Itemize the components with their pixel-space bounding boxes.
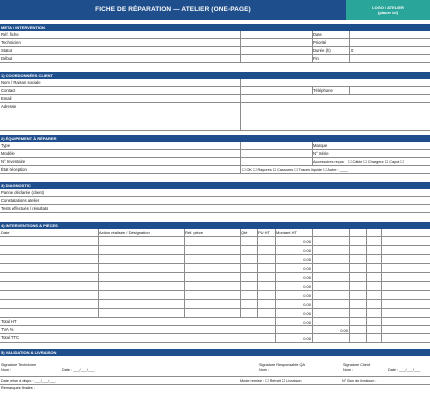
total-ttc-label: Total TTC (1, 335, 20, 340)
meta-label-date: Date (313, 32, 322, 37)
meta-table: Réf. fiche Technicien Statut Début Date … (0, 31, 430, 63)
total-ht-label: Total HT (1, 319, 17, 324)
amount-row-1: 0.00 (303, 239, 311, 244)
equip-label-accessories: Accessoires reçus (313, 160, 344, 164)
client-label-contact: Contact (1, 88, 16, 93)
meta-label-priority: Priorité (313, 40, 327, 45)
equip-accessories-options[interactable]: ☐ Câble ☐ Chargeur ☐ Capot ☐ (348, 159, 404, 165)
amount-row-2: 0.00 (303, 248, 311, 253)
amount-row-6: 0.00 (303, 284, 311, 289)
col-amount: Montant HT (276, 230, 297, 235)
bon-livraison-label: N° Bon de livraison : (342, 379, 377, 383)
sig-tech-date: Date : ___/___/___ (62, 368, 95, 372)
equip-label-serial: N° Série (313, 151, 329, 156)
client-table: Nom / Raison sociale Contact Email Adres… (0, 79, 430, 131)
section-validation-header: 5) VALIDATION & LIVRAISON (0, 349, 430, 356)
date-dispo[interactable]: Date mise à dispo : ___/___/___ (1, 378, 56, 384)
equip-label-model: Modèle (1, 151, 15, 156)
col-qty: Qté (241, 230, 248, 235)
diagnostic-table: Panne déclarée (client) Constatations at… (0, 189, 430, 213)
diag-label-reported: Panne déclarée (client) (1, 190, 45, 195)
amount-row-4: 0.00 (303, 266, 311, 271)
meta-duration-value[interactable]: 0 (351, 48, 353, 54)
amount-row-8: 0.00 (303, 302, 311, 307)
meta-label-end: Fin (313, 56, 319, 61)
equip-state-options[interactable]: ☐ OK ☐ Rayures ☐ Cassures ☐ Traces liqui… (242, 167, 348, 173)
equip-label-brand: Marque (313, 143, 328, 148)
section-meta-header: META / INTERVENTION (0, 24, 430, 31)
sig-qa-nom: Nom : (259, 368, 270, 372)
meta-label-start: Début (1, 56, 13, 61)
tva-label: TVA % (1, 327, 14, 332)
amount-row-7: 0.00 (303, 293, 311, 298)
section-client-header: 1) COORDONNÉES CLIENT (0, 72, 430, 79)
equipment-table: Type Modèle N° Inventaire État réception… (0, 142, 430, 174)
mode-remise-options[interactable]: Mode remise : ☐ Retrait ☐ Livraison (240, 378, 301, 384)
section-equipment-header: 2) ÉQUIPEMENT À RÉPARER (0, 135, 430, 142)
sig-client-date: Date : ___/___/___ (388, 368, 421, 372)
sig-client-nom: Nom : (343, 368, 354, 372)
client-label-name: Nom / Raison sociale (1, 80, 41, 85)
logo-placeholder: LOGO / ATELIER (placer ici) (346, 0, 430, 20)
meta-label-tech: Technicien (1, 40, 21, 45)
col-ref: Réf. pièce (185, 230, 204, 235)
col-date: Date (1, 230, 10, 235)
meta-label-status: Statut (1, 48, 12, 53)
sig-tech-nom: Nom : (1, 368, 12, 372)
interventions-table: Date Action réalisée / Désignation Réf. … (0, 229, 430, 343)
amount-row-9: 0.00 (303, 311, 311, 316)
section-interventions-header: 4) INTERVENTIONS & PIÈCES (0, 222, 430, 229)
section-diagnostic-header: 3) DIAGNOSTIC (0, 182, 430, 189)
equip-label-inventory: N° Inventaire (1, 159, 26, 164)
meta-label-duration: Durée (h) (313, 48, 331, 53)
client-label-address: Adresse (1, 104, 17, 109)
diag-label-tests: Tests effectués / résultats (1, 206, 49, 211)
amount-row-5: 0.00 (303, 275, 311, 280)
page-title: FICHE DE RÉPARATION — ATELIER (ONE-PAGE) (95, 6, 251, 13)
validation-table: Signature Technicien Nom : Date : ___/__… (0, 356, 430, 400)
client-label-email: Email (1, 96, 12, 101)
logo-line-2: (placer ici) (377, 10, 398, 15)
remarks-label: Remarques finales : (1, 386, 35, 390)
diag-label-findings: Constatations atelier (1, 198, 40, 203)
equip-label-type: Type (1, 143, 11, 148)
col-pu: PU HT (258, 230, 270, 235)
total-ht-value: 0.00 (303, 320, 311, 325)
meta-label-ref: Réf. fiche (1, 32, 19, 37)
amount-row-3: 0.00 (303, 257, 311, 262)
tva-value: 0.00 (340, 328, 348, 333)
client-label-phone: Téléphone (313, 88, 333, 93)
total-ttc-value: 0.00 (303, 336, 311, 341)
col-action: Action réalisée / Désignation (99, 230, 150, 235)
equip-label-state: État réception (1, 167, 27, 172)
